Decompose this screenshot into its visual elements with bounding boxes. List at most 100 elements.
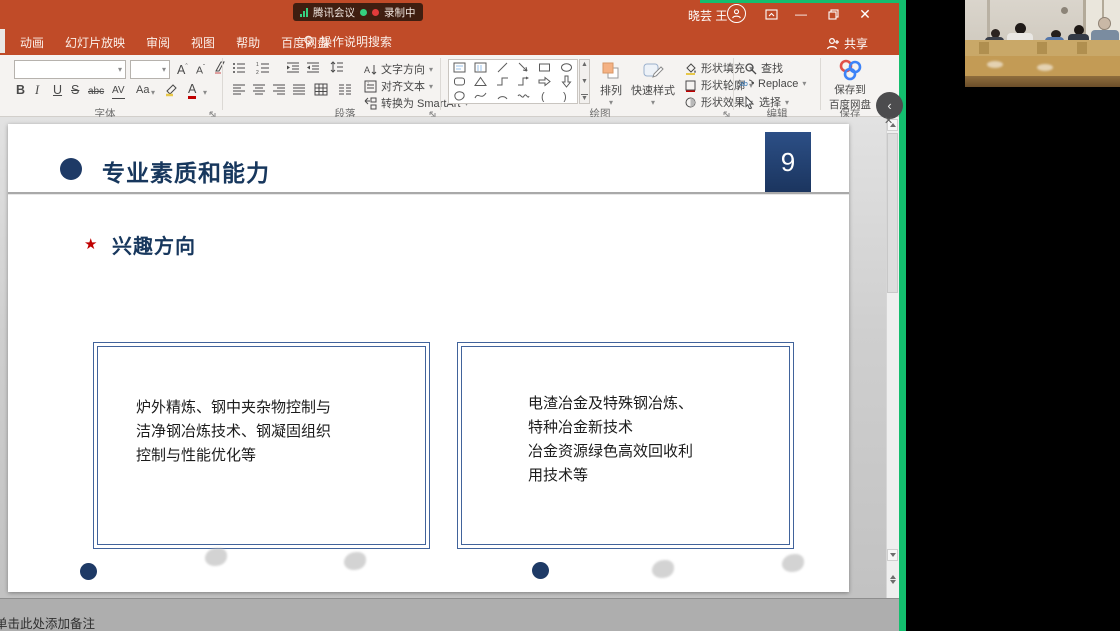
text-highlight-button[interactable] (164, 82, 179, 102)
camera-on-icon (360, 9, 367, 16)
background-window-sliver (0, 29, 5, 53)
change-case-button[interactable]: Aa (136, 83, 149, 97)
arrange-button[interactable]: 排列 ▾ (594, 60, 628, 107)
bullets-button[interactable] (232, 61, 246, 80)
svg-text:↕: ↕ (367, 80, 369, 85)
notes-pane[interactable]: 单击此处添加备注 (0, 598, 902, 631)
shape-outline-label: 形状轮廓 (701, 77, 745, 93)
line-shape-icon (496, 61, 509, 74)
tab-view[interactable]: 视图 (191, 34, 215, 51)
align-left-button[interactable] (232, 83, 246, 102)
ribbon-display-options-button[interactable] (760, 5, 782, 23)
replace-icon: ab (740, 77, 754, 90)
section-title[interactable]: 兴趣方向 (112, 230, 196, 259)
align-text-icon: ↕ (364, 80, 377, 93)
freeform-shape-icon (453, 89, 466, 102)
restore-button[interactable] (822, 5, 844, 23)
align-right-button[interactable] (272, 83, 286, 102)
desk-reflection (987, 61, 1003, 68)
chevron-left-icon: ‹ (887, 98, 891, 113)
align-text-button[interactable]: ↕ 对齐文本▾ (364, 78, 433, 94)
ribbon-tab-bar: 动画 幻灯片放映 审阅 视图 帮助 百度网盘 操作说明搜索 共享 (0, 28, 902, 55)
shape-effects-icon (684, 96, 697, 109)
previous-slide-button[interactable] (887, 566, 898, 578)
scroll-down-button[interactable] (887, 549, 898, 561)
rounded-rect-shape-icon (453, 75, 466, 88)
columns-button[interactable] (338, 83, 352, 102)
screenshot-stage: PowerPoint 腾讯会议 录制中 晓芸 王 — ✕ (0, 0, 1120, 631)
grow-font-button[interactable]: Aˆ (177, 61, 188, 77)
numbering-button[interactable]: 12 (256, 61, 270, 80)
arrange-icon (600, 60, 622, 82)
tab-animations[interactable]: 动画 (20, 34, 44, 51)
shrink-font-button[interactable]: Aˇ (196, 61, 205, 78)
svg-text:): ) (563, 91, 567, 102)
meeting-toolbar-close-icon[interactable]: ✕ (884, 114, 893, 127)
content-box-left-text[interactable]: 炉外精炼、钢中夹杂物控制与 洁净钢冶炼技术、钢凝固组织 控制与性能优化等 (136, 396, 348, 468)
save-to-baidu-netdisk-button[interactable]: 保存到 百度网盘 (824, 58, 876, 112)
justify-button[interactable] (292, 83, 306, 102)
quick-styles-button[interactable]: 快速样式 ▾ (630, 60, 676, 107)
svg-text:2: 2 (256, 70, 259, 75)
change-case-caret: ▾ (151, 88, 155, 97)
shape-fill-button[interactable]: 形状填充▾ (684, 60, 753, 76)
tab-review[interactable]: 审阅 (146, 34, 170, 51)
recording-icon (372, 9, 379, 16)
scrollbar-thumb[interactable] (887, 133, 898, 293)
tell-me-label: 操作说明搜索 (320, 33, 392, 50)
notes-placeholder[interactable]: 单击此处添加备注 (0, 613, 95, 631)
shadow-smudge (652, 560, 674, 578)
find-button[interactable]: 查找 (744, 60, 783, 76)
add-table-button[interactable] (314, 82, 329, 102)
left-brace-shape-icon: ( (538, 89, 551, 102)
block-arrow-right-icon (538, 75, 551, 88)
desk-reflection (1037, 64, 1053, 71)
shape-gallery[interactable]: ( ) (448, 59, 578, 104)
font-name-combobox[interactable]: ▾ (14, 60, 126, 79)
increase-indent-button[interactable] (306, 61, 320, 80)
right-brace-shape-icon: ) (560, 89, 573, 102)
baidu-netdisk-icon (835, 58, 865, 82)
underline-button[interactable]: U (53, 83, 62, 97)
content-box-right-text[interactable]: 电渣冶金及特殊钢冶炼、 特种冶金新技术 冶金资源绿色高效回收利 用技术等 (528, 392, 716, 488)
share-button[interactable]: 共享 (826, 35, 868, 52)
italic-button[interactable]: I (35, 83, 39, 97)
group-divider (733, 58, 734, 110)
avatar[interactable] (727, 4, 746, 23)
clear-abc-button[interactable]: abc (88, 85, 104, 99)
group-divider (440, 58, 441, 110)
slide-title[interactable]: 专业素质和能力 (102, 154, 270, 188)
clear-formatting-button[interactable] (213, 60, 227, 79)
decrease-indent-button[interactable] (286, 61, 300, 80)
close-button[interactable]: ✕ (854, 5, 876, 23)
signal-bars-icon (300, 8, 308, 17)
character-spacing-button[interactable]: AV (112, 84, 125, 99)
minimize-button[interactable]: — (790, 5, 812, 23)
align-center-button[interactable] (252, 83, 266, 102)
tab-help[interactable]: 帮助 (236, 34, 260, 51)
svg-text:ab: ab (740, 81, 748, 88)
titlebar: PowerPoint 腾讯会议 录制中 晓芸 王 — ✕ (0, 0, 902, 28)
bold-button[interactable]: B (16, 83, 25, 97)
curve-shape-icon (517, 89, 530, 102)
slide-canvas[interactable]: 专业素质和能力 9 ★ 兴趣方向 炉外精炼、钢中夹杂物控制与 洁净钢冶炼技术、钢… (8, 124, 849, 592)
strikethrough-button[interactable]: S (71, 83, 79, 97)
shape-gallery-scroll[interactable]: ▲▼▼ (579, 59, 590, 104)
font-color-button[interactable]: A (188, 82, 196, 99)
restore-icon (828, 9, 839, 20)
next-slide-button[interactable] (887, 581, 898, 593)
group-divider (820, 58, 821, 110)
save-to-label-line1: 保存到 (834, 82, 866, 97)
text-direction-button[interactable]: A 文字方向▾ (364, 61, 433, 77)
shape-fill-label: 形状填充 (701, 60, 745, 76)
tell-me-search[interactable]: 操作说明搜索 (303, 33, 392, 50)
tab-slideshow[interactable]: 幻灯片放映 (65, 34, 125, 51)
replace-button[interactable]: ab Replace▾ (740, 77, 806, 90)
recording-label: 录制中 (384, 5, 416, 20)
line-spacing-button[interactable] (330, 61, 344, 80)
share-person-icon (826, 37, 840, 50)
arc-shape-icon (496, 89, 509, 102)
font-size-combobox[interactable]: ▾ (130, 60, 170, 79)
text-direction-label: 文字方向 (381, 61, 425, 77)
elbow-connector-icon (496, 75, 509, 88)
